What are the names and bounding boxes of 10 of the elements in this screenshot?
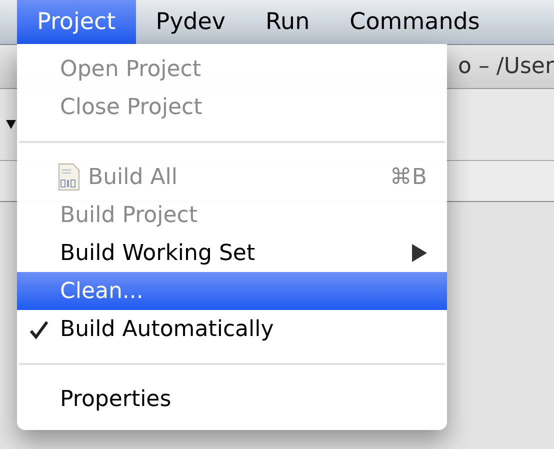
menu-item[interactable]: Build Automatically [17, 310, 447, 348]
menu-bar-item[interactable]: Commands [330, 0, 500, 44]
window-title: o – /User [458, 54, 554, 79]
menu-bar-item[interactable]: Run [246, 0, 330, 44]
menu-item[interactable]: Clean... [17, 272, 447, 310]
menu-bar-item[interactable]: Project [17, 0, 136, 44]
menu-item[interactable]: Properties [17, 380, 447, 418]
dropdown-arrow-icon[interactable] [6, 120, 16, 129]
menu-item[interactable]: Build Working Set [17, 234, 447, 272]
menu-bar-item[interactable]: Pydev [136, 0, 246, 44]
